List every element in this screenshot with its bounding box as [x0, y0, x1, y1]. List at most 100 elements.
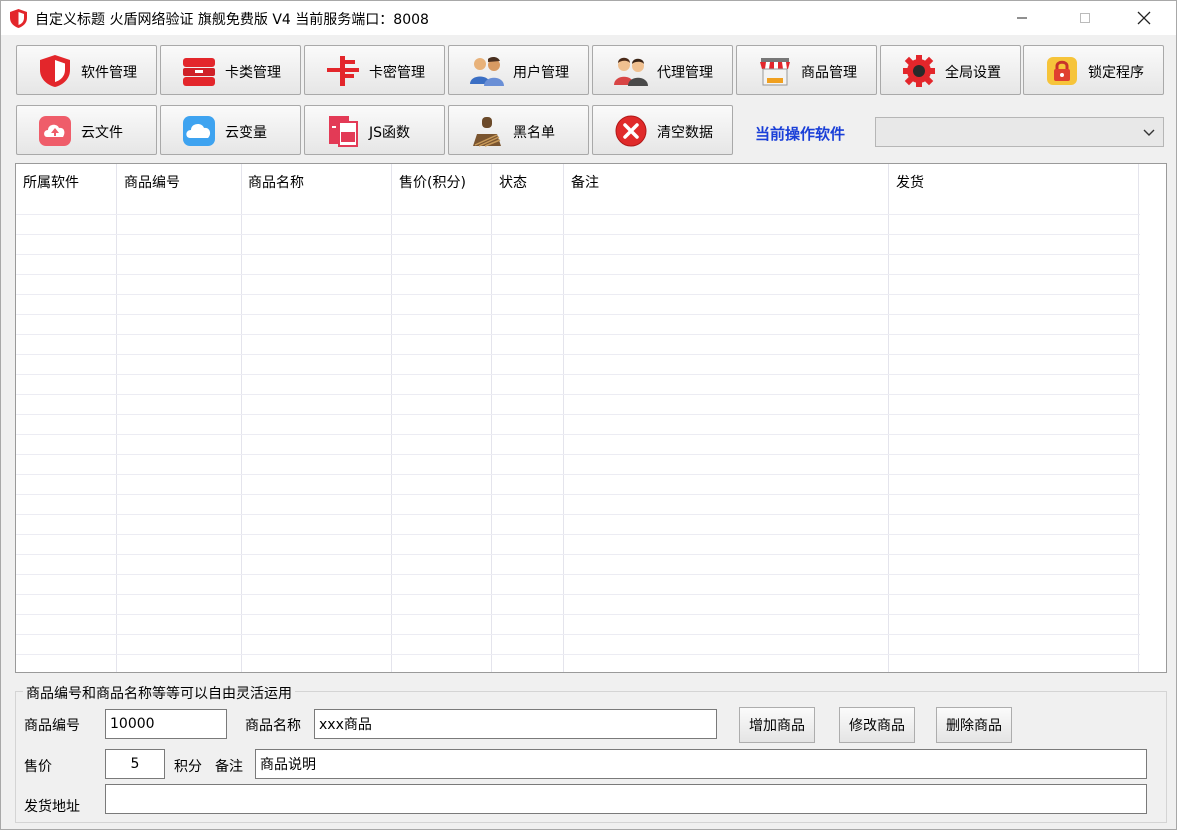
lock-program-label: 锁定程序 — [1088, 65, 1144, 81]
delete-product-button[interactable]: 删除商品 — [936, 707, 1012, 743]
lock-icon — [1047, 57, 1077, 85]
clear-x-icon — [615, 115, 647, 147]
row-divider — [16, 254, 1140, 255]
row-divider — [16, 414, 1140, 415]
column-header-shipping[interactable]: 发货 — [896, 172, 924, 192]
card-type-manage-button[interactable]: 卡类管理 — [160, 45, 301, 95]
js-function-button[interactable]: JS函数 — [304, 105, 445, 155]
column-header-price[interactable]: 售价(积分) — [399, 172, 466, 192]
column-divider — [116, 164, 117, 672]
maximize-button[interactable] — [1062, 1, 1108, 35]
global-settings-button[interactable]: 全局设置 — [880, 45, 1021, 95]
cloud-icon — [183, 116, 215, 146]
window-title: 自定义标题 火盾网络验证 旗舰免费版 V4 当前服务端口：8008 — [35, 12, 429, 28]
app-window: 自定义标题 火盾网络验证 旗舰免费版 V4 当前服务端口：8008 软件管理 卡… — [0, 0, 1177, 830]
shield-icon — [40, 55, 70, 87]
shield-icon — [10, 9, 27, 28]
row-divider — [16, 654, 1140, 655]
js-function-label: JS函数 — [369, 125, 411, 141]
edit-product-button[interactable]: 修改商品 — [839, 707, 915, 743]
software-manage-button[interactable]: 软件管理 — [16, 45, 157, 95]
remark-label: 备注 — [215, 759, 243, 775]
points-label: 积分 — [174, 759, 202, 775]
title-bar: 自定义标题 火盾网络验证 旗舰免费版 V4 当前服务端口：8008 — [1, 1, 1176, 35]
shop-icon — [760, 58, 790, 86]
row-divider — [16, 274, 1140, 275]
user-manage-button[interactable]: 用户管理 — [448, 45, 589, 95]
ship-address-input[interactable] — [105, 784, 1147, 814]
user-manage-label: 用户管理 — [513, 65, 569, 81]
product-name-label: 商品名称 — [245, 718, 301, 734]
ship-address-label: 发货地址 — [24, 799, 80, 815]
minimize-button[interactable] — [999, 1, 1045, 35]
row-divider — [16, 394, 1140, 395]
blacklist-button[interactable]: 黑名单 — [448, 105, 589, 155]
agents-icon — [614, 57, 648, 86]
row-divider — [16, 314, 1140, 315]
gear-icon — [903, 55, 935, 87]
remark-input[interactable] — [255, 749, 1147, 779]
column-header-product-id[interactable]: 商品编号 — [124, 172, 180, 192]
lock-program-button[interactable]: 锁定程序 — [1023, 45, 1164, 95]
global-settings-label: 全局设置 — [945, 65, 1001, 81]
column-header-status[interactable]: 状态 — [499, 172, 527, 192]
card-char-icon — [327, 56, 359, 86]
blacklist-label: 黑名单 — [513, 125, 555, 141]
close-icon — [1137, 11, 1151, 25]
column-divider — [1138, 164, 1139, 672]
cloud-file-button[interactable]: 云文件 — [16, 105, 157, 155]
card-key-manage-label: 卡密管理 — [369, 65, 425, 81]
row-divider — [16, 614, 1140, 615]
column-header-remark[interactable]: 备注 — [571, 172, 599, 192]
row-divider — [16, 234, 1140, 235]
row-divider — [16, 294, 1140, 295]
close-button[interactable] — [1121, 1, 1167, 35]
cloud-variable-button[interactable]: 云变量 — [160, 105, 301, 155]
row-divider — [16, 434, 1140, 435]
current-software-label: 当前操作软件 — [755, 125, 846, 143]
row-divider — [16, 334, 1140, 335]
row-divider — [16, 514, 1140, 515]
row-divider — [16, 574, 1140, 575]
cloud-variable-label: 云变量 — [225, 125, 267, 141]
users-icon — [470, 56, 504, 86]
column-divider — [491, 164, 492, 672]
row-divider — [16, 354, 1140, 355]
product-manage-label: 商品管理 — [801, 65, 857, 81]
product-name-input[interactable] — [314, 709, 717, 739]
column-divider — [563, 164, 564, 672]
row-divider — [16, 494, 1140, 495]
form-group-title: 商品编号和商品名称等等可以自由灵活运用 — [23, 683, 295, 703]
clear-data-button[interactable]: 清空数据 — [592, 105, 733, 155]
column-divider — [888, 164, 889, 672]
row-divider — [16, 634, 1140, 635]
cloud-file-label: 云文件 — [81, 125, 123, 141]
product-id-label: 商品编号 — [24, 718, 80, 734]
product-manage-button[interactable]: 商品管理 — [736, 45, 877, 95]
table-header: 所属软件 商品编号 商品名称 售价(积分) 状态 备注 发货 — [16, 164, 1140, 214]
price-label: 售价 — [24, 759, 52, 775]
row-divider — [16, 474, 1140, 475]
current-software-select[interactable] — [875, 117, 1164, 147]
add-product-button[interactable]: 增加商品 — [739, 707, 815, 743]
row-divider — [16, 534, 1140, 535]
agent-manage-button[interactable]: 代理管理 — [592, 45, 733, 95]
card-key-manage-button[interactable]: 卡密管理 — [304, 45, 445, 95]
card-type-manage-label: 卡类管理 — [225, 65, 281, 81]
blacklist-person-icon — [473, 117, 501, 147]
column-header-software[interactable]: 所属软件 — [23, 172, 79, 192]
chevron-down-icon — [1143, 129, 1155, 136]
maximize-icon — [1080, 13, 1090, 23]
product-id-input[interactable] — [105, 709, 227, 739]
product-table[interactable]: 所属软件 商品编号 商品名称 售价(积分) 状态 备注 发货 — [15, 163, 1167, 673]
card-stack-icon — [183, 58, 215, 86]
agent-manage-label: 代理管理 — [657, 65, 713, 81]
row-divider — [16, 594, 1140, 595]
column-header-product-name[interactable]: 商品名称 — [248, 172, 304, 192]
js-file-icon — [329, 116, 358, 147]
row-divider — [16, 454, 1140, 455]
row-divider — [16, 374, 1140, 375]
row-divider — [16, 554, 1140, 555]
minimize-icon — [1017, 17, 1027, 19]
price-input[interactable] — [105, 749, 165, 779]
